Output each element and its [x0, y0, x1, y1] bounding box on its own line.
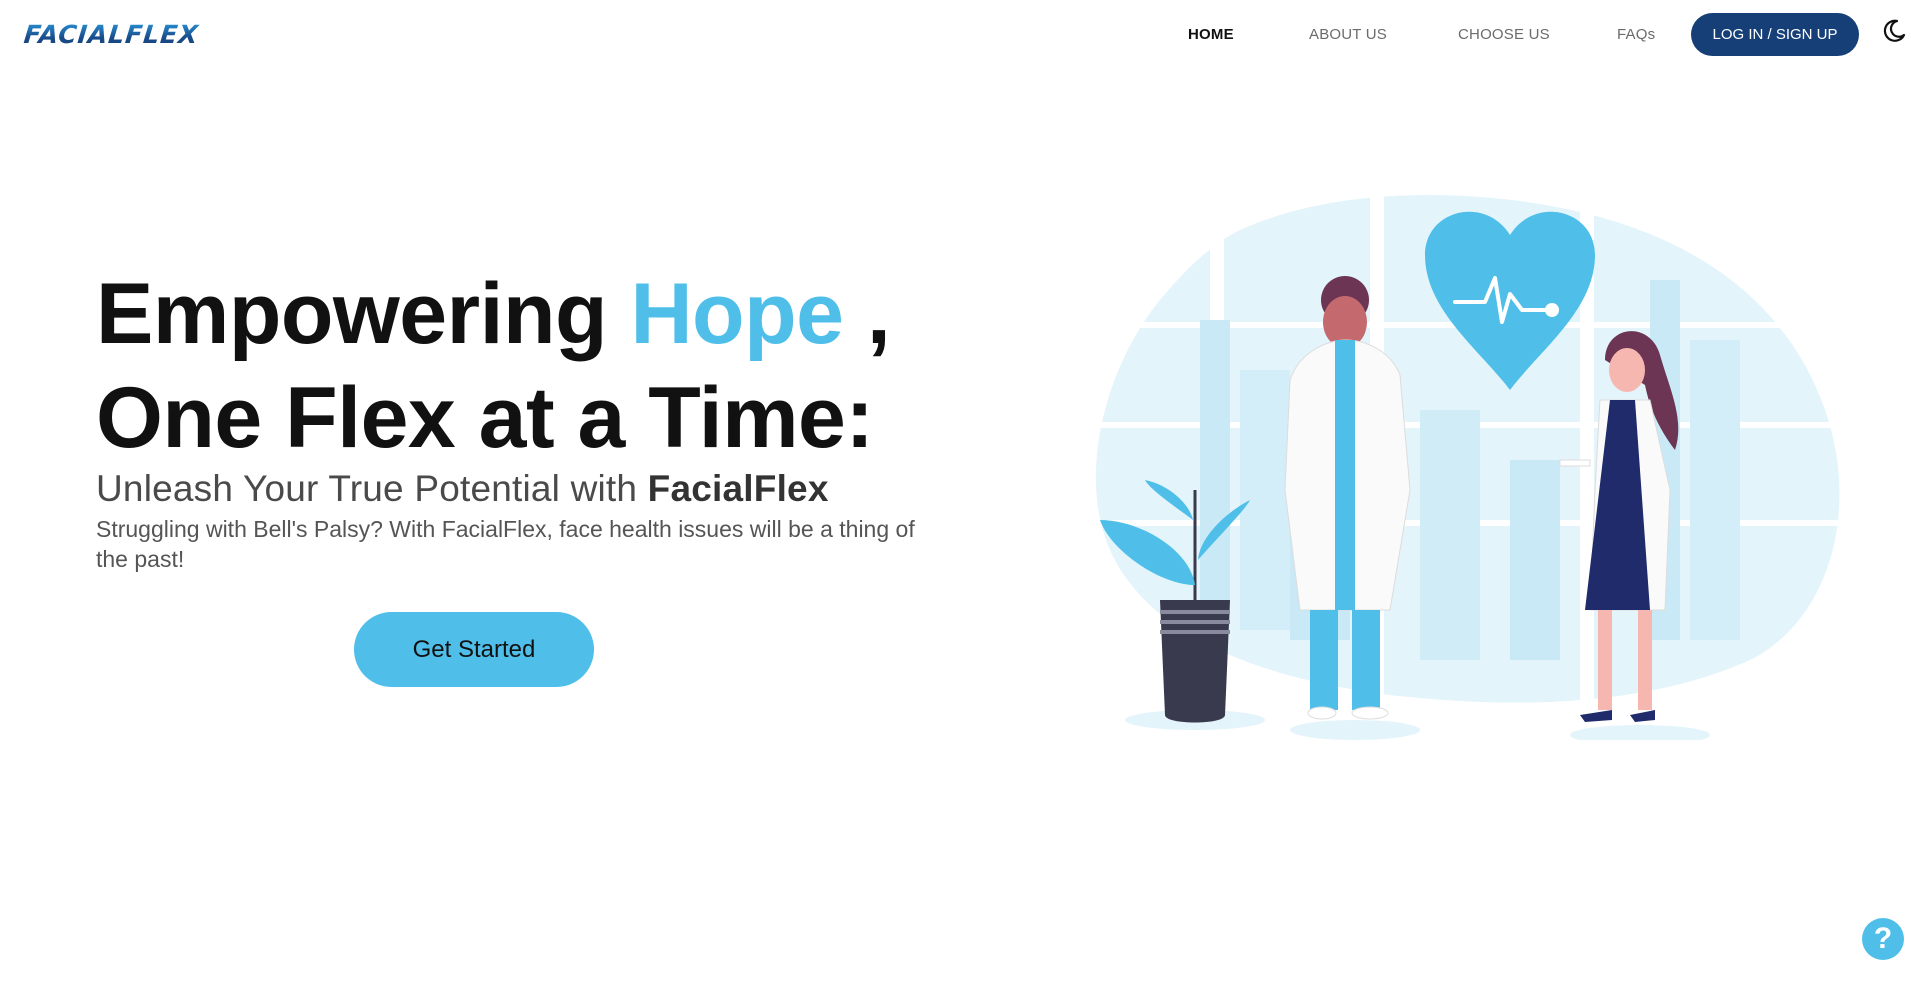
- navbar: FACIALFLEX HOME ABOUT US CHOOSE US FAQs …: [0, 0, 1911, 70]
- doctors-illustration: [1090, 190, 1860, 745]
- brand-logo[interactable]: FACIALFLEX: [22, 20, 200, 49]
- get-started-button[interactable]: Get Started: [354, 612, 594, 687]
- headline-part1: Empowering: [96, 266, 631, 362]
- login-signup-button[interactable]: LOG IN / SIGN UP: [1691, 13, 1859, 56]
- question-icon[interactable]: ?: [1862, 918, 1904, 960]
- headline-accent: Hope: [630, 266, 844, 362]
- moon-icon[interactable]: [1881, 18, 1907, 44]
- hero-subheading: Unleash Your True Potential with FacialF…: [96, 468, 829, 510]
- headline-line2: One Flex at a Time:: [96, 370, 874, 466]
- nav-about-link[interactable]: ABOUT US: [1309, 26, 1387, 43]
- subhead-prefix: Unleash Your True Potential with: [96, 468, 648, 509]
- nav-choose-link[interactable]: CHOOSE US: [1458, 26, 1550, 43]
- headline-comma: ,: [843, 266, 891, 362]
- hero-description: Struggling with Bell's Palsy? With Facia…: [96, 516, 915, 572]
- hero-headline: Empowering Hope , One Flex at a Time:: [96, 262, 891, 470]
- nav-faqs-link[interactable]: FAQs: [1617, 26, 1655, 43]
- subhead-brand: FacialFlex: [647, 468, 829, 509]
- nav-home-link[interactable]: HOME: [1188, 26, 1234, 43]
